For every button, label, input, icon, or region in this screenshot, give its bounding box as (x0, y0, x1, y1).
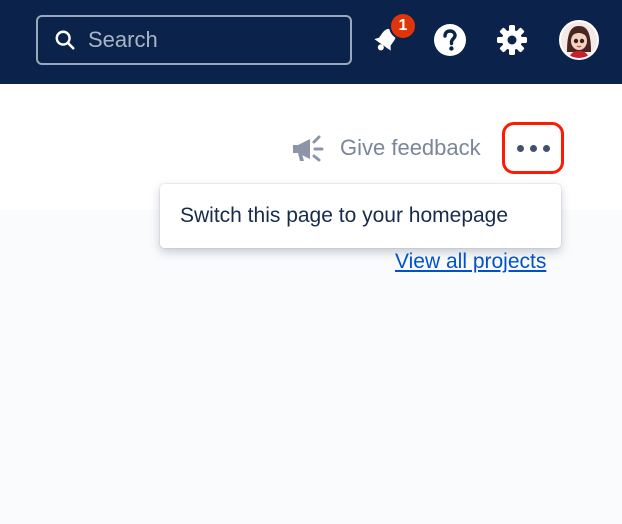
notification-badge: 1 (389, 12, 417, 40)
give-feedback-label: Give feedback (340, 135, 481, 160)
search-input[interactable] (88, 27, 328, 53)
search-icon (55, 30, 75, 50)
help-icon (434, 24, 466, 56)
more-actions-button[interactable] (502, 122, 564, 174)
menu-item-switch-homepage[interactable]: Switch this page to your homepage (180, 204, 508, 228)
search-box[interactable] (36, 15, 352, 65)
give-feedback-button[interactable]: Give feedback (290, 130, 481, 166)
gear-icon (497, 25, 527, 55)
view-all-projects-link[interactable]: View all projects (395, 250, 546, 274)
avatar[interactable] (559, 20, 599, 60)
more-horizontal-icon (542, 144, 550, 152)
more-horizontal-icon (529, 144, 537, 152)
settings-button[interactable] (492, 20, 532, 60)
more-horizontal-icon (516, 144, 524, 152)
top-navigation-bar: 1 (0, 0, 622, 84)
user-avatar-icon (561, 22, 597, 58)
megaphone-icon (293, 135, 324, 162)
help-button[interactable] (430, 20, 470, 60)
more-actions-dropdown: Switch this page to your homepage (160, 184, 561, 248)
